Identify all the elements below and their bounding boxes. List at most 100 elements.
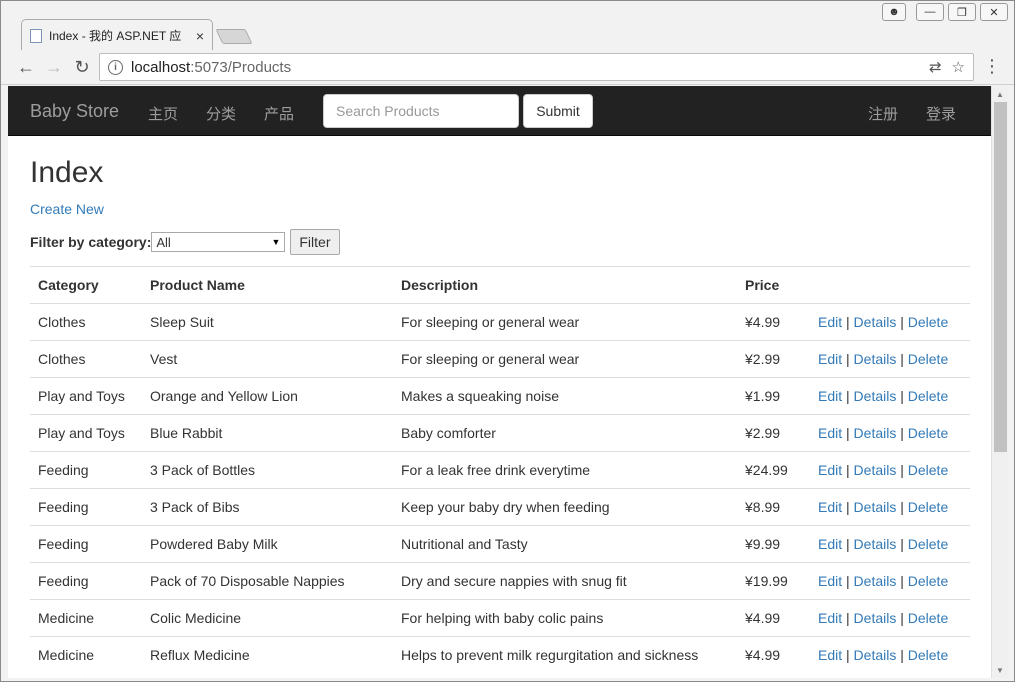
cell-category: Play and Toys	[30, 414, 142, 452]
header-price: Price	[737, 266, 810, 304]
dropdown-arrow-icon: ▼	[271, 237, 281, 247]
back-arrow-icon[interactable]: ←	[15, 56, 37, 78]
search-input[interactable]	[323, 94, 519, 128]
edit-link[interactable]: Edit	[818, 462, 842, 478]
cell-category: Feeding	[30, 562, 142, 600]
delete-link[interactable]: Delete	[908, 425, 948, 441]
edit-link[interactable]: Edit	[818, 499, 842, 515]
site-info-icon[interactable]: i	[108, 59, 123, 75]
nav-link-categories[interactable]: 分类	[206, 103, 236, 124]
header-actions	[810, 266, 970, 304]
separator: |	[846, 610, 850, 626]
details-link[interactable]: Details	[854, 610, 897, 626]
cell-actions: Edit | Details | Delete	[810, 414, 970, 452]
table-row: Medicine Colic Medicine For helping with b…	[30, 599, 970, 637]
details-link[interactable]: Details	[854, 536, 897, 552]
delete-link[interactable]: Delete	[908, 314, 948, 330]
restore-button[interactable]: ❐	[948, 3, 976, 21]
delete-link[interactable]: Delete	[908, 499, 948, 515]
edit-link[interactable]: Edit	[818, 388, 842, 404]
table-row: Play and Toys Blue Rabbit Baby comforter ¥2…	[30, 414, 970, 452]
delete-link[interactable]: Delete	[908, 462, 948, 478]
edit-link[interactable]: Edit	[818, 351, 842, 367]
delete-link[interactable]: Delete	[908, 351, 948, 367]
nav-link-home[interactable]: 主页	[148, 103, 178, 124]
edit-link[interactable]: Edit	[818, 610, 842, 626]
delete-link[interactable]: Delete	[908, 610, 948, 626]
separator: |	[900, 536, 904, 552]
login-link[interactable]: 登录	[926, 103, 956, 124]
details-link[interactable]: Details	[854, 462, 897, 478]
cell-actions: Edit | Details | Delete	[810, 303, 970, 341]
edit-link[interactable]: Edit	[818, 314, 842, 330]
cell-category: Play and Toys	[30, 377, 142, 415]
cell-product-name: Reflux Medicine	[142, 636, 393, 674]
details-link[interactable]: Details	[854, 388, 897, 404]
delete-link[interactable]: Delete	[908, 388, 948, 404]
url-host: localhost	[131, 58, 191, 76]
edit-link[interactable]: Edit	[818, 536, 842, 552]
translate-icon[interactable]: ⇄	[929, 58, 942, 76]
browser-menu-icon[interactable]: ⋮	[983, 56, 1001, 77]
page-title: Index	[30, 156, 104, 189]
scroll-down-icon[interactable]: ▼	[992, 662, 1008, 678]
table-row: Clothes Sleep Suit For sleeping or general…	[30, 303, 970, 341]
minimize-button[interactable]: —	[916, 3, 944, 21]
create-new-link[interactable]: Create New	[30, 201, 104, 217]
details-link[interactable]: Details	[854, 499, 897, 515]
category-select[interactable]: All ▼	[151, 232, 286, 252]
header-product-name: Product Name	[142, 266, 393, 304]
cell-actions: Edit | Details | Delete	[810, 599, 970, 637]
edit-link[interactable]: Edit	[818, 647, 842, 663]
delete-link[interactable]: Delete	[908, 647, 948, 663]
cell-product-name: Pack of 70 Disposable Nappies	[142, 562, 393, 600]
nav-link-products[interactable]: 产品	[264, 103, 294, 124]
edit-link[interactable]: Edit	[818, 425, 842, 441]
separator: |	[846, 499, 850, 515]
browser-tab[interactable]: Index - 我的 ASP.NET 应 ×	[21, 19, 213, 51]
brand-link[interactable]: Baby Store	[30, 101, 119, 122]
table-row: Play and Toys Orange and Yellow Lion Makes…	[30, 377, 970, 415]
close-window-button[interactable]: ✕	[980, 3, 1008, 21]
details-link[interactable]: Details	[854, 314, 897, 330]
table-row: Feeding Powdered Baby Milk Nutritional and…	[30, 525, 970, 563]
edit-link[interactable]: Edit	[818, 573, 842, 589]
cell-actions: Edit | Details | Delete	[810, 377, 970, 415]
register-link[interactable]: 注册	[868, 103, 898, 124]
category-select-value: All	[156, 234, 171, 250]
cell-product-name: 3 Pack of Bottles	[142, 451, 393, 489]
cell-category: Feeding	[30, 451, 142, 489]
user-profile-icon[interactable]: ☻	[882, 3, 906, 21]
cell-actions: Edit | Details | Delete	[810, 488, 970, 526]
details-link[interactable]: Details	[854, 573, 897, 589]
tab-close-icon[interactable]: ×	[196, 28, 204, 44]
submit-button[interactable]: Submit	[523, 94, 593, 128]
products-table: Category Product Name Description Price …	[30, 266, 970, 674]
cell-actions: Edit | Details | Delete	[810, 636, 970, 674]
details-link[interactable]: Details	[854, 351, 897, 367]
forward-arrow-icon[interactable]: →	[43, 56, 65, 78]
new-tab-button[interactable]	[215, 29, 253, 44]
window-controls: ☻ — ❐ ✕	[882, 3, 1008, 21]
details-link[interactable]: Details	[854, 425, 897, 441]
cell-price: ¥4.99	[737, 599, 810, 637]
cell-description: Dry and secure nappies with snug fit	[393, 562, 737, 600]
vertical-scrollbar[interactable]: ▲ ▼	[991, 86, 1008, 678]
cell-actions: Edit | Details | Delete	[810, 451, 970, 489]
scroll-up-icon[interactable]: ▲	[992, 86, 1008, 102]
cell-price: ¥19.99	[737, 562, 810, 600]
delete-link[interactable]: Delete	[908, 573, 948, 589]
bookmark-star-icon[interactable]: ☆	[952, 58, 965, 76]
filter-button[interactable]: Filter	[290, 229, 340, 255]
scrollbar-thumb[interactable]	[994, 102, 1007, 452]
cell-product-name: 3 Pack of Bibs	[142, 488, 393, 526]
details-link[interactable]: Details	[854, 647, 897, 663]
cell-product-name: Blue Rabbit	[142, 414, 393, 452]
separator: |	[900, 499, 904, 515]
delete-link[interactable]: Delete	[908, 536, 948, 552]
separator: |	[846, 388, 850, 404]
cell-description: Makes a squeaking noise	[393, 377, 737, 415]
reload-icon[interactable]: ↻	[71, 56, 93, 78]
address-bar[interactable]: i localhost:5073/Products ⇄ ☆	[99, 53, 974, 81]
cell-description: Baby comforter	[393, 414, 737, 452]
